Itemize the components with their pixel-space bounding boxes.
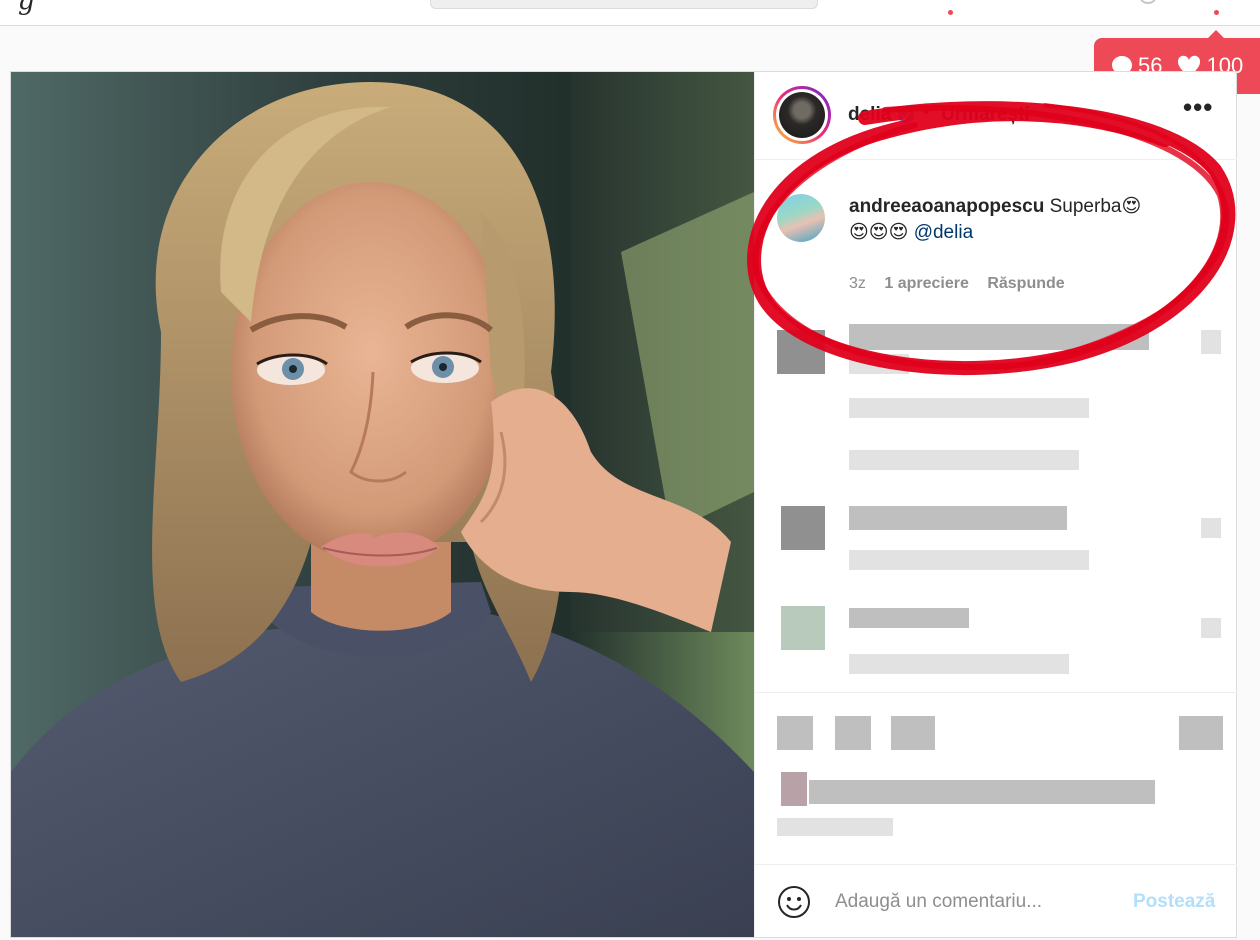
blurred-text: [849, 608, 969, 628]
verified-badge-icon: [897, 106, 915, 129]
comment-text: Superba😍: [1044, 196, 1142, 217]
mention-link[interactable]: @delia: [914, 222, 973, 243]
blurred-save-icon: [1179, 716, 1223, 750]
blurred-replies: [849, 450, 1079, 470]
comment-input[interactable]: [835, 887, 1115, 917]
commenter-username[interactable]: andreeaoanapopescu: [849, 196, 1044, 217]
blurred-avatar: [781, 606, 825, 650]
post-sidebar: delia • Urmărești ••• andreeaoanapopescu…: [754, 72, 1237, 937]
notification-dot: [948, 10, 953, 15]
comment-emoji-line: 😍😍😍: [849, 222, 914, 243]
blurred-avatar: [777, 330, 825, 374]
blurred-meta: [849, 550, 1089, 570]
add-comment-bar: Postează: [755, 864, 1237, 937]
blurred-liker-avatar: [781, 772, 807, 806]
top-nav-bar: g: [0, 0, 1260, 26]
blurred-text: [849, 324, 1149, 350]
comment-age: 3z: [849, 275, 866, 292]
blurred-text: [849, 506, 1067, 530]
post-photo[interactable]: [11, 72, 754, 937]
blurred-share-icon: [891, 716, 935, 750]
portrait-image: [11, 72, 754, 937]
comment-likes[interactable]: 1 apreciere: [884, 275, 969, 292]
blurred-heart: [1201, 330, 1221, 354]
more-options-icon[interactable]: •••: [1183, 92, 1213, 123]
blurred-heart: [1201, 518, 1221, 538]
blurred-like-icon: [777, 716, 813, 750]
search-input[interactable]: [430, 0, 818, 9]
commenter-avatar[interactable]: [777, 194, 825, 242]
post-header: delia • Urmărești •••: [755, 72, 1237, 160]
blurred-meta: [849, 654, 1069, 674]
blurred-date: [777, 818, 893, 836]
divider: [755, 692, 1237, 693]
activity-dot: [1214, 10, 1219, 15]
author-avatar[interactable]: [773, 86, 831, 144]
profile-icon[interactable]: [1140, 0, 1156, 4]
blurred-heart: [1201, 618, 1221, 638]
blurred-likes-text: [809, 780, 1155, 804]
blurred-avatar: [781, 506, 825, 550]
follow-status-button[interactable]: Urmărești: [941, 104, 1030, 126]
post-comment-button[interactable]: Postează: [1133, 891, 1215, 913]
comment-meta: 3z 1 apreciere Răspunde: [849, 275, 1079, 293]
emoji-smiley-icon[interactable]: [777, 885, 811, 924]
separator-dot: •: [923, 102, 930, 123]
reply-button[interactable]: Răspunde: [987, 275, 1064, 292]
post-card: delia • Urmărești ••• andreeaoanapopescu…: [10, 71, 1237, 938]
author-username[interactable]: delia: [848, 104, 891, 126]
comment-body: andreeaoanapopescu Superba😍 😍😍😍 @delia: [849, 194, 1179, 246]
highlighted-comment: andreeaoanapopescu Superba😍 😍😍😍 @delia 3…: [755, 160, 1237, 300]
instagram-logo[interactable]: g: [18, 0, 35, 16]
blurred-comment-icon: [835, 716, 871, 750]
blurred-meta: [849, 398, 1089, 418]
blurred-text: [849, 354, 909, 374]
